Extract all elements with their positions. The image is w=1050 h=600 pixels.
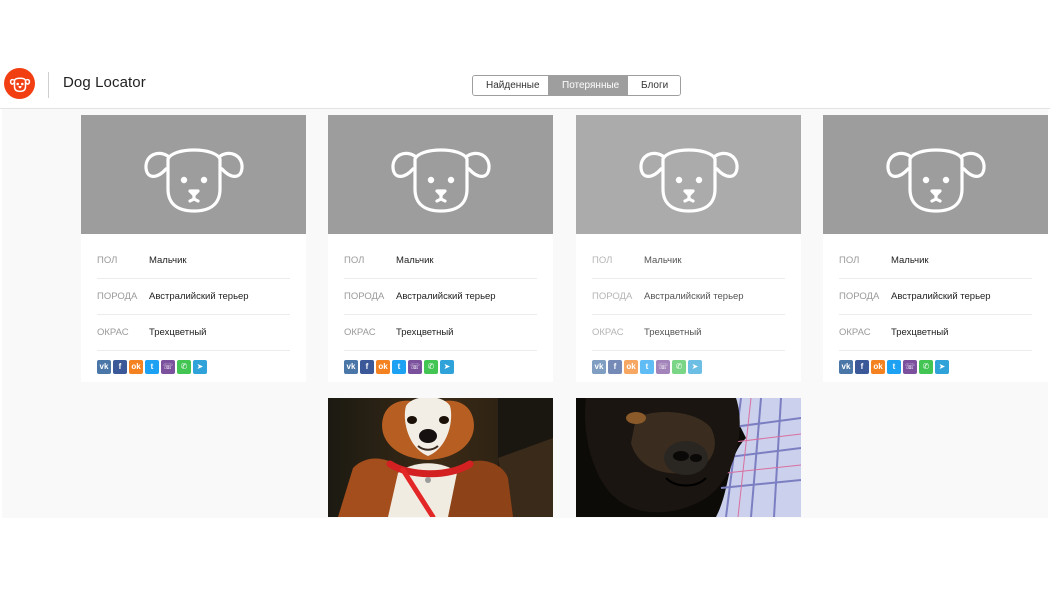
telegram-icon[interactable]: ➤ bbox=[688, 360, 702, 374]
field-breed: ПОРОДА Австралийский терьер bbox=[344, 279, 537, 315]
field-label: ПОРОДА bbox=[839, 291, 880, 302]
whatsapp-icon[interactable]: ✆ bbox=[919, 360, 933, 374]
telegram-icon[interactable]: ➤ bbox=[193, 360, 207, 374]
share-buttons: vk f ok t ☏ ✆ ➤ bbox=[592, 351, 785, 374]
field-value: Трехцветный bbox=[644, 327, 702, 338]
field-color: ОКРАС Трехцветный bbox=[344, 315, 537, 351]
app-title: Dog Locator bbox=[63, 74, 146, 91]
vk-icon[interactable]: vk bbox=[344, 360, 358, 374]
viber-icon[interactable]: ☏ bbox=[656, 360, 670, 374]
facebook-icon[interactable]: f bbox=[608, 360, 622, 374]
vk-icon[interactable]: vk bbox=[839, 360, 853, 374]
field-label: ПОЛ bbox=[592, 255, 613, 266]
dog-card[interactable]: ПОЛ Мальчик ПОРОДА Австралийский терьер … bbox=[328, 115, 553, 382]
telegram-icon[interactable]: ➤ bbox=[935, 360, 949, 374]
field-color: ОКРАС Трехцветный bbox=[592, 315, 785, 351]
field-color: ОКРАС Трехцветный bbox=[839, 315, 1032, 351]
field-label: ОКРАС bbox=[97, 327, 129, 338]
tab-blogs[interactable]: Блоги bbox=[627, 76, 680, 95]
twitter-icon[interactable]: t bbox=[887, 360, 901, 374]
field-value: Мальчик bbox=[149, 255, 187, 266]
share-buttons: vk f ok t ☏ ✆ ➤ bbox=[344, 351, 537, 374]
dog-placeholder-image bbox=[328, 115, 553, 234]
dog-placeholder-image bbox=[576, 115, 801, 234]
odnoklassniki-icon[interactable]: ok bbox=[129, 360, 143, 374]
field-label: ПОЛ bbox=[839, 255, 860, 266]
field-label: ПОЛ bbox=[97, 255, 118, 266]
vk-icon[interactable]: vk bbox=[97, 360, 111, 374]
field-value: Трехцветный bbox=[891, 327, 949, 338]
field-label: ПОЛ bbox=[344, 255, 365, 266]
share-buttons: vk f ok t ☏ ✆ ➤ bbox=[97, 351, 290, 374]
field-label: ОКРАС bbox=[592, 327, 624, 338]
facebook-icon[interactable]: f bbox=[113, 360, 127, 374]
field-value: Австралийский терьер bbox=[149, 291, 249, 302]
dog-face-icon bbox=[638, 148, 739, 213]
whatsapp-icon[interactable]: ✆ bbox=[424, 360, 438, 374]
facebook-icon[interactable]: f bbox=[855, 360, 869, 374]
field-breed: ПОРОДА Австралийский терьер bbox=[839, 279, 1032, 315]
tab-group: Найденные Потерянные Блоги bbox=[472, 75, 681, 96]
viber-icon[interactable]: ☏ bbox=[161, 360, 175, 374]
field-sex: ПОЛ Мальчик bbox=[344, 243, 537, 279]
dog-photo[interactable] bbox=[576, 398, 801, 517]
tab-found[interactable]: Найденные bbox=[473, 76, 548, 95]
twitter-icon[interactable]: t bbox=[392, 360, 406, 374]
odnoklassniki-icon[interactable]: ok bbox=[624, 360, 638, 374]
dog-face-icon bbox=[390, 148, 491, 213]
cards-area: ПОЛ Мальчик ПОРОДА Австралийский терьер … bbox=[2, 109, 1048, 518]
dog-placeholder-image bbox=[81, 115, 306, 234]
dog-card[interactable]: ПОЛ Мальчик ПОРОДА Австралийский терьер … bbox=[823, 115, 1048, 382]
field-label: ПОРОДА bbox=[592, 291, 633, 302]
whatsapp-icon[interactable]: ✆ bbox=[177, 360, 191, 374]
field-breed: ПОРОДА Австралийский терьер bbox=[592, 279, 785, 315]
twitter-icon[interactable]: t bbox=[145, 360, 159, 374]
field-value: Трехцветный bbox=[149, 327, 207, 338]
field-label: ПОРОДА bbox=[97, 291, 138, 302]
odnoklassniki-icon[interactable]: ok bbox=[871, 360, 885, 374]
field-value: Мальчик bbox=[644, 255, 682, 266]
telegram-icon[interactable]: ➤ bbox=[440, 360, 454, 374]
field-label: ПОРОДА bbox=[344, 291, 385, 302]
field-breed: ПОРОДА Австралийский терьер bbox=[97, 279, 290, 315]
field-value: Мальчик bbox=[891, 255, 929, 266]
vk-icon[interactable]: vk bbox=[592, 360, 606, 374]
dog-logo-icon[interactable] bbox=[4, 68, 35, 99]
header-divider bbox=[48, 72, 49, 98]
field-value: Австралийский терьер bbox=[891, 291, 991, 302]
facebook-icon[interactable]: f bbox=[360, 360, 374, 374]
dog-face-icon bbox=[143, 148, 244, 213]
viber-icon[interactable]: ☏ bbox=[408, 360, 422, 374]
field-value: Трехцветный bbox=[396, 327, 454, 338]
field-value: Австралийский терьер bbox=[644, 291, 744, 302]
whatsapp-icon[interactable]: ✆ bbox=[672, 360, 686, 374]
field-value: Австралийский терьер bbox=[396, 291, 496, 302]
share-buttons: vk f ok t ☏ ✆ ➤ bbox=[839, 351, 1032, 374]
field-sex: ПОЛ Мальчик bbox=[97, 243, 290, 279]
dog-placeholder-image bbox=[823, 115, 1048, 234]
viber-icon[interactable]: ☏ bbox=[903, 360, 917, 374]
dog-photo[interactable] bbox=[328, 398, 553, 517]
app-header: Dog Locator Найденные Потерянные Блоги bbox=[0, 62, 1050, 109]
odnoklassniki-icon[interactable]: ok bbox=[376, 360, 390, 374]
dog-card[interactable]: ПОЛ Мальчик ПОРОДА Австралийский терьер … bbox=[81, 115, 306, 382]
tab-lost[interactable]: Потерянные bbox=[548, 76, 627, 95]
field-label: ОКРАС bbox=[344, 327, 376, 338]
field-color: ОКРАС Трехцветный bbox=[97, 315, 290, 351]
field-sex: ПОЛ Мальчик bbox=[839, 243, 1032, 279]
field-label: ОКРАС bbox=[839, 327, 871, 338]
dog-face-icon bbox=[885, 148, 986, 213]
twitter-icon[interactable]: t bbox=[640, 360, 654, 374]
dog-card[interactable]: ПОЛ Мальчик ПОРОДА Австралийский терьер … bbox=[576, 115, 801, 382]
field-sex: ПОЛ Мальчик bbox=[592, 243, 785, 279]
field-value: Мальчик bbox=[396, 255, 434, 266]
